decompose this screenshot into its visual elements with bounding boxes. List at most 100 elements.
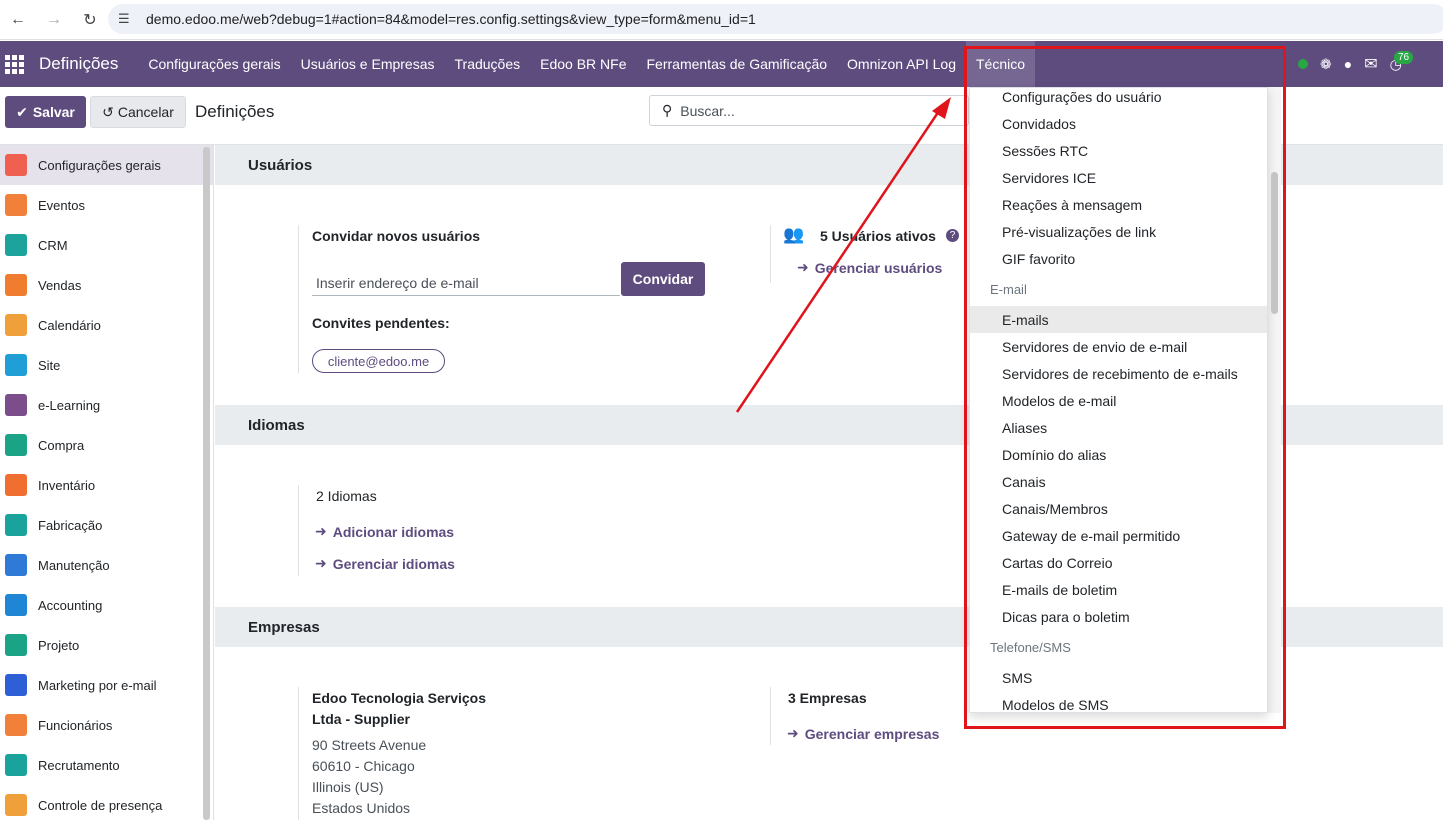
apps-grid-icon[interactable] (3, 53, 25, 75)
arrow-right-icon: ➜ (797, 259, 809, 275)
dropdown-menu-item[interactable]: Configurações do usuário (970, 88, 1267, 110)
sidebar-item[interactable]: e-Learning (0, 385, 213, 425)
address-bar[interactable]: ☰ demo.edoo.me/web?debug=1#action=84&mod… (108, 4, 1443, 34)
sidebar-item[interactable]: Compra (0, 425, 213, 465)
invite-button[interactable]: Convidar (621, 262, 705, 296)
manage-languages-link[interactable]: ➜ Gerenciar idiomas (315, 555, 455, 572)
app-brand[interactable]: Definições (39, 54, 118, 74)
sidebar-item-label: Configurações gerais (38, 157, 161, 173)
dropdown-section-header: Telefone/SMS (990, 640, 1071, 655)
sidebar-item-label: Site (38, 357, 61, 373)
website-app-icon (5, 354, 27, 376)
sidebar-item-label: CRM (38, 237, 68, 253)
menu-configuracoes-gerais[interactable]: Configurações gerais (138, 41, 290, 87)
cancel-button[interactable]: ↺ Cancelar (90, 96, 186, 128)
dropdown-menu-item[interactable]: Aliases (970, 414, 1267, 441)
email-marketing-app-icon (5, 674, 27, 696)
help-icon[interactable]: ? (946, 229, 959, 242)
sidebar-item[interactable]: Fabricação (0, 505, 213, 545)
dropdown-menu-item[interactable]: Servidores de envio de e-mail (970, 333, 1267, 360)
sidebar-item[interactable]: Marketing por e-mail (0, 665, 213, 705)
dropdown-menu-item[interactable]: Convidados (970, 110, 1267, 137)
dropdown-menu-item[interactable]: Canais (970, 468, 1267, 495)
pending-invites-label: Convites pendentes: (312, 315, 450, 331)
sidebar-item-label: Manutenção (38, 557, 110, 573)
sidebar-item[interactable]: Eventos (0, 185, 213, 225)
dropdown-menu-item[interactable]: Servidores de recebimento de e-mails (970, 360, 1267, 387)
menu-tecnico[interactable]: Técnico (965, 41, 1036, 87)
dropdown-menu-item[interactable]: Servidores ICE (970, 164, 1267, 191)
dropdown-menu-item[interactable]: E-mails (970, 306, 1267, 333)
menu-traducoes[interactable]: Traduções (445, 41, 531, 87)
companies-count: 3 Empresas (788, 690, 867, 706)
dropdown-menu-item[interactable]: Modelos de SMS (970, 691, 1267, 713)
sidebar-item[interactable]: Vendas (0, 265, 213, 305)
reload-icon[interactable]: ↻ (78, 8, 102, 32)
sidebar-item[interactable]: Controle de presença (0, 785, 213, 820)
tecnico-dropdown-menu: Configurações do usuário Convidados Sessõe… (969, 87, 1268, 713)
sidebar-item[interactable]: Funcionários (0, 705, 213, 745)
sidebar-item[interactable]: Recrutamento (0, 745, 213, 785)
sidebar-item-label: Funcionários (38, 717, 113, 733)
sidebar-item[interactable]: Site (0, 345, 213, 385)
menu-omnizon-api-log[interactable]: Omnizon API Log (837, 41, 966, 87)
sidebar-item-label: Accounting (38, 597, 103, 613)
sales-app-icon (5, 274, 27, 296)
calendar-app-icon (5, 314, 27, 336)
dropdown-menu-item[interactable]: SMS (970, 664, 1267, 691)
languages-count: 2 Idiomas (316, 488, 377, 504)
main-navbar: Definições Configurações gerais Usuários… (0, 41, 1443, 87)
manage-users-link[interactable]: ➜ Gerenciar usuários (797, 259, 942, 276)
dropdown-menu-item[interactable]: E-mails de boletim (970, 576, 1267, 603)
sidebar-item-label: Inventário (38, 477, 96, 493)
dropdown-menu-item[interactable]: Modelos de e-mail (970, 387, 1267, 414)
dropdown-menu-item[interactable]: Reações à mensagem (970, 191, 1267, 218)
sidebar-item[interactable]: Inventário (0, 465, 213, 505)
sidebar-scrollbar[interactable] (203, 147, 210, 820)
accounting-app-icon (5, 594, 27, 616)
sidebar-item-label: Eventos (38, 197, 85, 213)
events-app-icon (5, 194, 27, 216)
sidebar-item[interactable]: Manutenção (0, 545, 213, 585)
sidebar-item[interactable]: Projeto (0, 625, 213, 665)
dropdown-menu-item[interactable]: GIF favorito (970, 245, 1267, 272)
employees-app-icon (5, 714, 27, 736)
undo-icon: ↺ (102, 103, 114, 120)
systray: ❁ ● ✉ 76 ◷ (1298, 41, 1414, 87)
back-icon[interactable]: ← (6, 8, 30, 32)
dropdown-menu-item[interactable]: Gateway de e-mail permitido (970, 522, 1267, 549)
debug-bug-icon[interactable]: ❁ (1320, 56, 1332, 73)
sidebar-item[interactable]: Configurações gerais (0, 145, 213, 185)
dropdown-menu-item[interactable]: Cartas do Correio (970, 549, 1267, 576)
manage-companies-link[interactable]: ➜ Gerenciar empresas (787, 725, 939, 742)
save-button[interactable]: ✔ Salvar (5, 96, 86, 128)
browser-toolbar: ← → ↻ ☰ demo.edoo.me/web?debug=1#action=… (0, 0, 1443, 40)
invite-users-block: Convidar novos usuários Inserir endereço… (298, 225, 718, 373)
menu-usuarios-empresas[interactable]: Usuários e Empresas (291, 41, 445, 87)
menu-gamificacao[interactable]: Ferramentas de Gamificação (637, 41, 838, 87)
drop-icon[interactable]: ● (1344, 56, 1352, 72)
add-languages-link[interactable]: ➜ Adicionar idiomas (315, 523, 454, 540)
dropdown-menu-item[interactable]: Dicas para o boletim (970, 603, 1267, 630)
forward-icon[interactable]: → (42, 8, 66, 32)
dropdown-menu-item[interactable]: Sessões RTC (970, 137, 1267, 164)
dropdown-menu-item[interactable]: Domínio do alias (970, 441, 1267, 468)
sidebar-item[interactable]: Accounting (0, 585, 213, 625)
pending-email-badge[interactable]: cliente@edoo.me (312, 349, 445, 373)
menu-edoo-br-nfe[interactable]: Edoo BR NFe (530, 41, 636, 87)
sidebar-item[interactable]: Calendário (0, 305, 213, 345)
settings-app-icon (5, 154, 27, 176)
dropdown-scrollbar-thumb[interactable] (1271, 172, 1278, 314)
site-settings-icon[interactable]: ☰ (118, 10, 136, 28)
sidebar-item-label: Recrutamento (38, 757, 120, 773)
dropdown-menu-item[interactable]: Canais/Membros (970, 495, 1267, 522)
chat-icon[interactable]: ✉ (1364, 54, 1377, 74)
active-users-count: 5 Usuários ativos (820, 228, 936, 244)
sidebar-item[interactable]: CRM (0, 225, 213, 265)
url-text: demo.edoo.me/web?debug=1#action=84&model… (146, 11, 756, 27)
email-input[interactable]: Inserir endereço de e-mail (312, 270, 620, 296)
search-input[interactable]: ⚲ Buscar... (649, 95, 969, 126)
dropdown-menu-item[interactable]: Pré-visualizações de link (970, 218, 1267, 245)
crm-app-icon (5, 234, 27, 256)
search-icon: ⚲ (662, 102, 673, 118)
